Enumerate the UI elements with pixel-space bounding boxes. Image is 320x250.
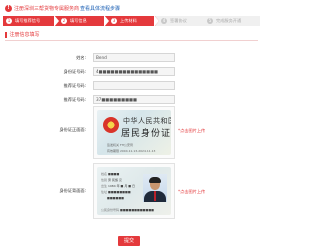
- step-arrow: [154, 15, 159, 27]
- name-field[interactable]: Bend: [93, 53, 175, 62]
- section-title-text: 注册信息填写: [9, 32, 40, 38]
- back-upload-label: 身份证背面面:: [59, 188, 86, 193]
- step-number: 5: [207, 18, 213, 24]
- authority-label: 签发机关: [107, 143, 120, 147]
- step-arrow: [104, 15, 109, 27]
- back-field: ■■■■■■: [107, 196, 125, 200]
- valid-value: 2004.11.13-2024.11.13: [119, 149, 156, 153]
- submit-button[interactable]: 提交: [118, 236, 140, 246]
- back-upload-hint: *点击图片上传: [178, 189, 206, 194]
- back-field: 出生 1984 年 ■ 月 ■ 日: [101, 184, 136, 188]
- step-label: 上传材料: [120, 18, 137, 23]
- national-emblem-icon: [103, 117, 119, 133]
- step-2: 2 填写信息: [55, 15, 109, 27]
- section-divider: [5, 40, 258, 41]
- id-number-row: 身份证号码: 4■■■■■■■■■■■■■■■: [0, 67, 263, 76]
- section-title: 注册信息填写: [5, 31, 40, 38]
- phone-field[interactable]: [93, 81, 175, 90]
- phone-row: 推荐证号码:: [0, 81, 263, 90]
- back-field: 公民身份号码 ■■■■■■■■■■■■: [101, 208, 154, 212]
- authority-line: 签发机关 FH公安局: [107, 143, 133, 147]
- notice-bar: ! 注册深圳三帮货物专属服务商 查看具体流程步骤: [5, 3, 120, 13]
- id-number-label: 身份证号码:: [63, 69, 86, 74]
- step-5: 5 完成服务开通: [204, 16, 260, 26]
- name-label: 姓名:: [76, 55, 86, 60]
- card-title: 中华人民共和国: [123, 117, 171, 125]
- authority-value: FH公安局: [119, 143, 133, 147]
- agent-number-field[interactable]: 37■■■■■■■■■: [93, 95, 175, 104]
- back-field: 姓名 ■■■■: [101, 172, 120, 176]
- phone-label: 推荐证号码:: [63, 83, 86, 88]
- agent-number-label: 推荐证号码:: [63, 97, 86, 102]
- id-card-front-image: 中华人民共和国 居民身份证 签发机关 FH公安局 有效期限 2004.11.13…: [97, 110, 171, 155]
- step-label: 填写信息: [70, 18, 87, 23]
- portrait-photo: [143, 174, 167, 202]
- step-arrow: [54, 15, 59, 27]
- step-label: 签署协议: [170, 18, 187, 23]
- valid-label: 有效期限: [107, 149, 120, 153]
- back-field: 性别 男 民族 汉: [101, 178, 122, 182]
- id-card-back-image: 姓名 ■■■■ 性别 男 民族 汉 出生 1984 年 ■ 月 ■ 日 住址 ■…: [97, 167, 171, 215]
- process-link[interactable]: 查看具体流程步骤: [80, 5, 120, 12]
- step-number: 4: [161, 18, 167, 24]
- notice-text: 注册深圳三帮货物专属服务商: [14, 5, 80, 12]
- card-subtitle: 居民身份证: [121, 129, 171, 139]
- step-1: 1 填写推荐信号: [3, 15, 59, 27]
- agent-number-row: 推荐证号码: 37■■■■■■■■■: [0, 95, 263, 104]
- valid-line: 有效期限 2004.11.13-2024.11.13: [107, 149, 155, 153]
- id-front-upload[interactable]: 中华人民共和国 居民身份证 签发机关 FH公安局 有效期限 2004.11.13…: [93, 106, 175, 159]
- step-3: 3 上传材料: [105, 15, 159, 27]
- step-number: 3: [111, 18, 117, 24]
- step-number: 1: [6, 18, 12, 24]
- back-field: 住址 ■■■■■■■■: [101, 190, 131, 194]
- front-upload-hint: *点击图片上传: [178, 128, 206, 133]
- id-number-field[interactable]: 4■■■■■■■■■■■■■■■: [93, 67, 175, 76]
- step-progress: 1 填写推荐信号 2 填写信息 3 上传材料 4 签署协议 5 完成服务开通: [3, 15, 260, 27]
- section-bar: [5, 31, 7, 38]
- name-row: 姓名: Bend: [0, 53, 263, 62]
- warning-icon: !: [5, 4, 12, 12]
- id-back-upload[interactable]: 姓名 ■■■■ 性别 男 民族 汉 出生 1984 年 ■ 月 ■ 日 住址 ■…: [93, 163, 175, 219]
- step-label: 完成服务开通: [216, 18, 242, 23]
- step-number: 2: [61, 18, 67, 24]
- front-upload-label: 身份证正面面:: [59, 127, 86, 132]
- step-4: 4 签署协议: [155, 16, 204, 26]
- step-label: 填写推荐信号: [15, 18, 41, 23]
